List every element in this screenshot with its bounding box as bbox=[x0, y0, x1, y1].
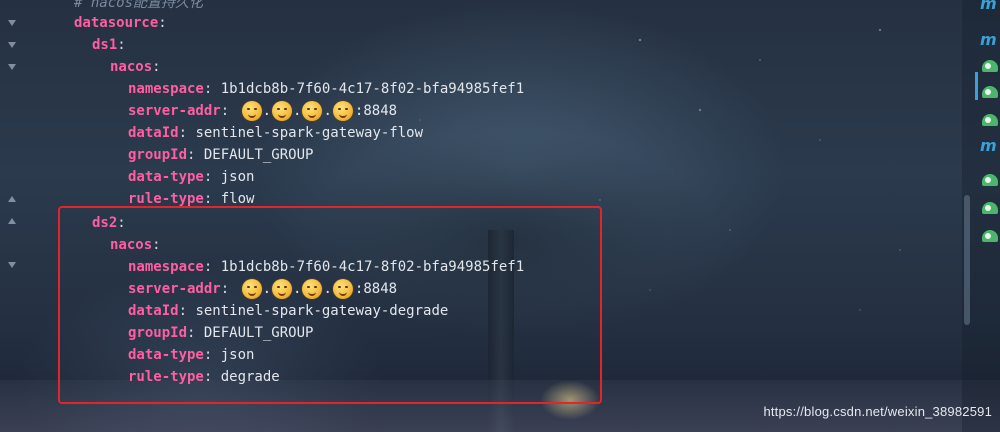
code-line-datasource: datasource: bbox=[74, 15, 167, 31]
code-line-ds1-namespace: namespace: 1b1dcb8b-7f60-4c17-8f02-bfa94… bbox=[128, 81, 525, 97]
active-indicator bbox=[975, 72, 978, 100]
fold-arrow-icon[interactable] bbox=[8, 20, 16, 26]
yaml-value: flow bbox=[220, 191, 255, 207]
leaf-gear-icon[interactable] bbox=[982, 86, 998, 98]
maven-m-icon[interactable]: m bbox=[980, 136, 1000, 156]
code-line-ds1-dataid: dataId: sentinel-spark-gateway-flow bbox=[128, 125, 424, 141]
maven-m-icon[interactable]: m bbox=[980, 30, 1000, 50]
fold-arrow-icon[interactable] bbox=[8, 196, 16, 202]
yaml-value: 1b1dcb8b-7f60-4c17-8f02-bfa94985fef1 bbox=[220, 81, 525, 97]
fold-arrow-icon[interactable] bbox=[8, 64, 16, 70]
yaml-value: sentinel-spark-gateway-flow bbox=[195, 125, 424, 141]
yaml-key: data-type bbox=[128, 169, 204, 185]
watermark-url: https://blog.csdn.net/weixin_38982591 bbox=[763, 404, 992, 419]
leaf-gear-icon[interactable] bbox=[982, 114, 998, 126]
emoji-face-icon bbox=[241, 101, 262, 121]
yaml-value: json bbox=[220, 169, 255, 185]
yaml-value: DEFAULT_GROUP bbox=[203, 147, 314, 163]
emoji-face-icon bbox=[332, 101, 353, 121]
fold-arrow-icon[interactable] bbox=[8, 262, 16, 268]
redacted-ip-emojis: . . . bbox=[241, 100, 353, 122]
comment-rest: 配置持久化 bbox=[133, 0, 204, 11]
red-highlight-box bbox=[58, 206, 602, 404]
yaml-key: rule-type bbox=[128, 191, 204, 207]
emoji-face-icon bbox=[302, 101, 323, 121]
comment-word: nacos bbox=[90, 0, 134, 11]
yaml-key: ds1 bbox=[92, 37, 118, 53]
fold-arrow-icon[interactable] bbox=[8, 42, 16, 48]
leaf-gear-icon[interactable] bbox=[982, 174, 998, 186]
code-line-ds1-datatype: data-type: json bbox=[128, 169, 255, 185]
emoji-face-icon bbox=[272, 101, 293, 121]
code-line-ds1-groupid: groupId: DEFAULT_GROUP bbox=[128, 147, 314, 163]
code-line-ds1: ds1: bbox=[92, 37, 126, 53]
scrollbar-thumb[interactable] bbox=[964, 195, 970, 325]
server-port: :8848 bbox=[354, 103, 398, 119]
maven-m-icon[interactable]: m bbox=[980, 0, 1000, 14]
leaf-gear-icon[interactable] bbox=[982, 202, 998, 214]
code-line-ds1-nacos: nacos: bbox=[110, 59, 161, 75]
leaf-gear-icon[interactable] bbox=[982, 230, 998, 242]
fold-arrow-icon[interactable] bbox=[8, 218, 16, 224]
leaf-gear-icon[interactable] bbox=[982, 60, 998, 72]
yaml-key: server-addr bbox=[128, 103, 221, 119]
yaml-key: datasource bbox=[74, 15, 159, 31]
yaml-key: dataId bbox=[128, 125, 179, 141]
yaml-key: nacos bbox=[110, 59, 153, 75]
yaml-key: groupId bbox=[128, 147, 188, 163]
comment-hash: # bbox=[74, 0, 83, 11]
code-line-ds1-server-addr: server-addr: . . . :8848 bbox=[128, 100, 397, 122]
yaml-key: namespace bbox=[128, 81, 204, 97]
editor-gutter bbox=[0, 0, 24, 432]
